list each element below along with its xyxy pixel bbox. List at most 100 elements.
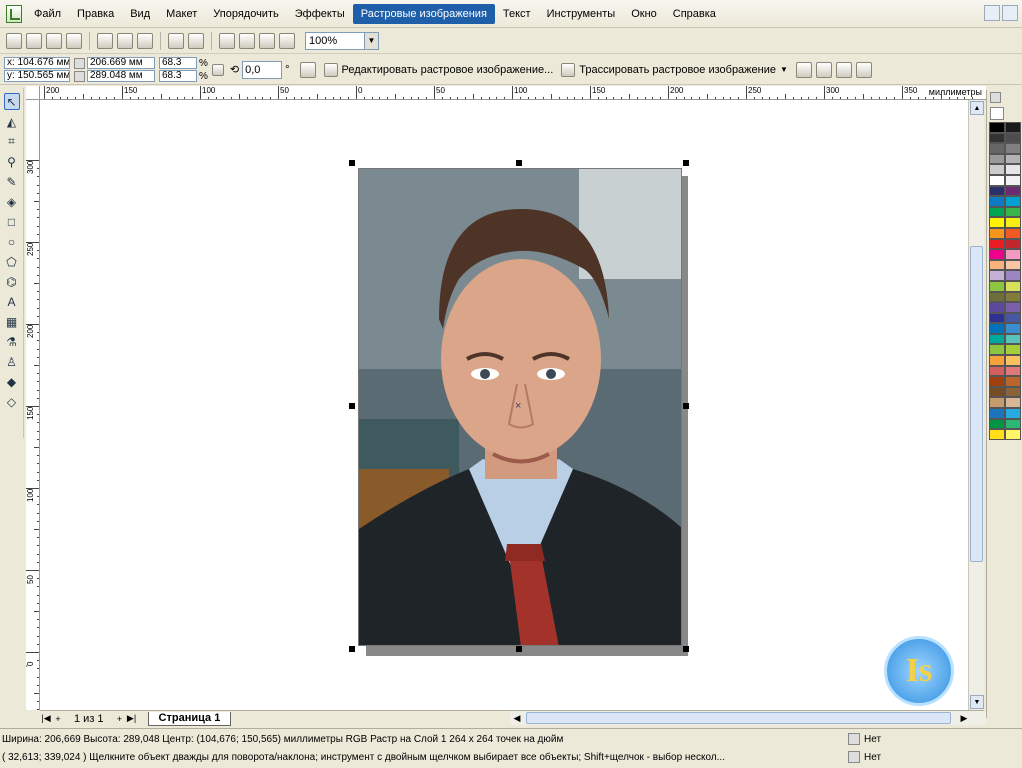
no-color-swatch[interactable] <box>990 107 1004 120</box>
zoom-tool-icon[interactable]: ⚲ <box>4 153 20 170</box>
color-swatch[interactable] <box>989 227 1005 239</box>
page-tab[interactable]: Страница 1 <box>147 711 232 726</box>
color-swatch[interactable] <box>989 238 1005 250</box>
scale-y-field[interactable]: 68.3 <box>159 70 197 82</box>
vertical-ruler[interactable]: миллиметры 300 250 200 150 100 50 0 <box>26 100 40 710</box>
menu-help[interactable]: Справка <box>665 4 724 24</box>
fill-status[interactable]: Нет <box>848 733 881 745</box>
color-swatch[interactable] <box>989 376 1005 387</box>
selection-handle-top-right[interactable] <box>683 160 689 166</box>
save-icon[interactable] <box>46 32 62 49</box>
undo-icon[interactable] <box>168 32 184 49</box>
color-swatch[interactable] <box>1005 429 1021 440</box>
scroll-left-icon[interactable]: ◀ <box>511 712 523 724</box>
menu-window[interactable]: Окно <box>623 4 665 24</box>
color-swatch[interactable] <box>989 429 1005 440</box>
scroll-down-icon[interactable]: ▼ <box>970 695 984 709</box>
trace-bitmap-button[interactable]: Трассировать растровое изображение ▼ <box>561 62 788 77</box>
color-swatch[interactable] <box>989 344 1005 356</box>
color-swatch[interactable] <box>1005 291 1021 303</box>
add-page-before-icon[interactable]: + <box>52 713 64 725</box>
freehand-tool-icon[interactable]: ✎ <box>4 173 20 190</box>
color-swatch[interactable] <box>989 418 1005 430</box>
vertical-scrollbar[interactable]: ▲ ▼ <box>968 100 984 710</box>
fill-tool-icon[interactable]: ◆ <box>4 373 20 390</box>
paste-icon[interactable] <box>137 32 153 49</box>
rotation-angle-field[interactable]: 0,0 <box>242 60 283 79</box>
wrap-text-icon[interactable] <box>855 61 872 78</box>
zoom-input[interactable] <box>305 31 365 50</box>
selection-handle-top-center[interactable] <box>516 160 522 166</box>
menu-edit[interactable]: Правка <box>69 4 122 24</box>
selection-handle-bottom-center[interactable] <box>516 646 522 652</box>
color-swatch[interactable] <box>989 386 1005 398</box>
color-swatch[interactable] <box>1005 164 1021 175</box>
scale-x-field[interactable]: 68.3 <box>159 57 197 69</box>
welcome-screen-icon[interactable] <box>279 32 295 49</box>
color-swatch[interactable] <box>989 206 1005 218</box>
color-swatch[interactable] <box>1005 408 1021 419</box>
color-swatch[interactable] <box>1005 185 1021 197</box>
color-swatch[interactable] <box>1005 249 1021 260</box>
lock-ratio-icon[interactable] <box>211 63 224 76</box>
menu-file[interactable]: Файл <box>26 4 69 24</box>
color-swatch[interactable] <box>1005 217 1021 228</box>
color-swatch[interactable] <box>1005 196 1021 207</box>
polygon-tool-icon[interactable]: ⬠ <box>4 253 20 270</box>
horizontal-scroll-thumb[interactable] <box>526 712 951 724</box>
color-swatch[interactable] <box>989 196 1005 207</box>
color-swatch[interactable] <box>989 312 1005 324</box>
color-swatch[interactable] <box>989 291 1005 303</box>
scroll-up-icon[interactable]: ▲ <box>970 101 984 115</box>
ruler-origin[interactable] <box>26 86 40 100</box>
app-logo-icon[interactable] <box>6 4 22 23</box>
chevron-down-icon[interactable]: ▼ <box>780 65 788 74</box>
x-position-field[interactable]: x: 104.676 мм <box>4 57 70 69</box>
width-field[interactable]: 206.669 мм <box>87 57 155 69</box>
color-swatch[interactable] <box>989 302 1005 313</box>
rotation-center-icon[interactable]: × <box>515 400 521 412</box>
color-swatch[interactable] <box>1005 122 1021 133</box>
color-swatch[interactable] <box>989 153 1005 165</box>
color-swatch[interactable] <box>1005 153 1021 165</box>
color-swatch[interactable] <box>989 333 1005 345</box>
zoom-level-select[interactable]: ▼ <box>305 31 379 50</box>
horizontal-scrollbar[interactable]: ◀ ▶ <box>510 711 986 725</box>
menu-effects[interactable]: Эффекты <box>287 4 353 24</box>
horizontal-ruler[interactable]: миллиметры 200 150 100 50 0 50 100 150 200 250 300… <box>40 86 986 100</box>
color-swatch[interactable] <box>1005 323 1021 334</box>
outline-status[interactable]: Нет <box>848 751 881 763</box>
smart-fill-icon[interactable]: ◈ <box>4 193 20 210</box>
copy-icon[interactable] <box>117 32 133 49</box>
color-swatch[interactable] <box>1005 376 1021 387</box>
color-swatch[interactable] <box>989 408 1005 419</box>
color-swatch[interactable] <box>1005 143 1021 154</box>
crop-tool-icon[interactable]: ⌗ <box>4 133 20 150</box>
color-swatch[interactable] <box>989 323 1005 334</box>
color-swatch[interactable] <box>989 217 1005 228</box>
chevron-down-icon[interactable]: ▼ <box>365 31 379 50</box>
color-swatch[interactable] <box>1005 365 1021 377</box>
outline-tool-icon[interactable]: ♙ <box>4 353 20 370</box>
menu-tools[interactable]: Инструменты <box>539 4 624 24</box>
color-swatch[interactable] <box>989 185 1005 197</box>
interactive-fill-icon[interactable]: ◇ <box>4 393 20 410</box>
color-swatch[interactable] <box>989 355 1005 366</box>
menu-layout[interactable]: Макет <box>158 4 205 24</box>
new-document-icon[interactable] <box>6 32 22 49</box>
color-swatch[interactable] <box>989 174 1005 186</box>
color-swatch[interactable] <box>989 122 1005 133</box>
menu-view[interactable]: Вид <box>122 4 158 24</box>
color-swatch[interactable] <box>1005 302 1021 313</box>
selection-handle-bottom-left[interactable] <box>349 646 355 652</box>
add-page-after-icon[interactable]: + <box>114 713 126 725</box>
crop-bitmap-icon[interactable] <box>795 61 812 78</box>
shape-tool-icon[interactable]: ◭ <box>4 113 20 130</box>
color-swatch[interactable] <box>989 270 1005 281</box>
color-swatch[interactable] <box>1005 386 1021 398</box>
color-swatch[interactable] <box>989 280 1005 292</box>
color-swatch[interactable] <box>989 249 1005 260</box>
menu-arrange[interactable]: Упорядочить <box>205 4 286 24</box>
selection-handle-top-left[interactable] <box>349 160 355 166</box>
open-icon[interactable] <box>26 32 42 49</box>
